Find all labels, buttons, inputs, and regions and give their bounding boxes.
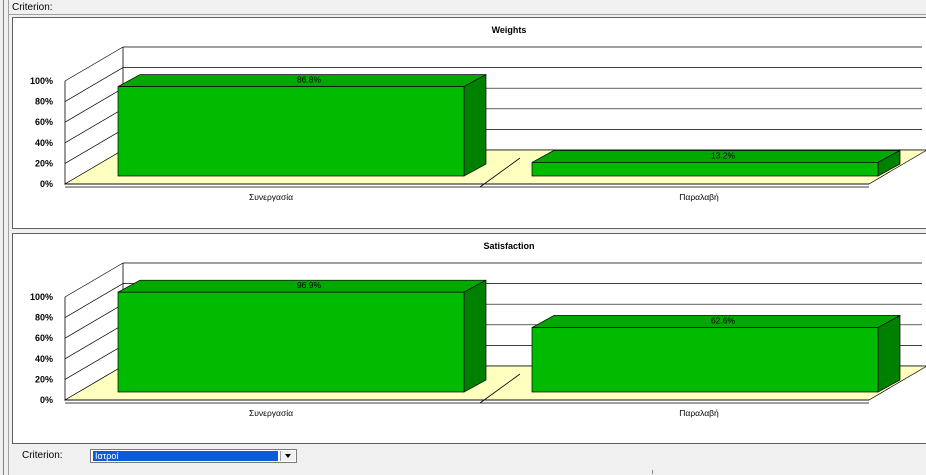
x-tick-label: Συνεργασία bbox=[249, 408, 293, 418]
x-tick-label: Παραλαβή bbox=[679, 408, 719, 418]
gridline-left-wall bbox=[64, 67, 124, 102]
data-label: 13.2% bbox=[711, 150, 736, 160]
criterion-dropdown-value[interactable]: Ιατροί bbox=[93, 451, 278, 461]
gridline-left-wall bbox=[64, 283, 124, 318]
chevron-down-icon[interactable] bbox=[280, 451, 295, 461]
satisfaction-chart: Satisfaction 0% 20% 40% 60% 80% 100% 96.9% Συνερ… bbox=[30, 241, 926, 418]
gridline-left-wall bbox=[64, 262, 124, 298]
x-tick-label: Συνεργασία bbox=[249, 192, 293, 202]
criterion-label: Criterion: bbox=[22, 450, 63, 461]
data-label: 96.9% bbox=[297, 280, 322, 290]
y-tick-label: 60% bbox=[35, 333, 53, 343]
gridline-left-wall bbox=[64, 87, 124, 123]
bar bbox=[531, 162, 879, 177]
gridline-left-wall bbox=[64, 108, 124, 144]
bar bbox=[531, 327, 879, 393]
y-tick-label: 20% bbox=[35, 374, 53, 384]
weights-chart: Weights 0% 20% 40% 60% 80% 100% 86.8% Συνεργασία… bbox=[30, 25, 926, 202]
bar-side bbox=[463, 74, 487, 177]
weights-chart-panel: Weights 0% 20% 40% 60% 80% 100% 86.8% Συνεργασία… bbox=[12, 17, 926, 229]
criterion-label-top: Criterion: bbox=[12, 2, 53, 13]
criterion-selector-bar: Criterion: Ιατροί bbox=[0, 446, 926, 475]
bar-side bbox=[463, 279, 487, 393]
y-tick-label: 100% bbox=[30, 292, 53, 302]
satisfaction-chart-panel: Satisfaction 0% 20% 40% 60% 80% 100% 96.9% Συνερ… bbox=[12, 233, 926, 444]
y-tick-label: 60% bbox=[35, 117, 53, 127]
y-tick-label: 40% bbox=[35, 354, 53, 364]
y-tick-label: 0% bbox=[40, 395, 53, 405]
y-tick-label: 40% bbox=[35, 138, 53, 148]
gridline-left-wall bbox=[64, 46, 124, 82]
divider bbox=[9, 14, 926, 15]
bar-side bbox=[877, 314, 901, 393]
y-tick-label: 0% bbox=[40, 179, 53, 189]
bar bbox=[117, 291, 465, 393]
window-left-border bbox=[0, 0, 9, 475]
y-tick-label: 80% bbox=[35, 313, 53, 323]
cursor-mark bbox=[652, 470, 653, 474]
chart-title: Weights bbox=[492, 25, 527, 35]
chart-title: Satisfaction bbox=[483, 241, 534, 251]
x-tick-label: Παραλαβή bbox=[679, 192, 719, 202]
y-tick-label: 80% bbox=[35, 97, 53, 107]
gridline-left-wall bbox=[64, 303, 124, 339]
bar bbox=[117, 86, 465, 177]
gridline-left-wall bbox=[64, 324, 124, 360]
y-tick-label: 100% bbox=[30, 76, 53, 86]
criterion-dropdown[interactable]: Ιατροί bbox=[90, 449, 297, 463]
data-label: 86.8% bbox=[297, 75, 322, 85]
data-label: 62.6% bbox=[711, 316, 736, 326]
y-tick-label: 20% bbox=[35, 158, 53, 168]
